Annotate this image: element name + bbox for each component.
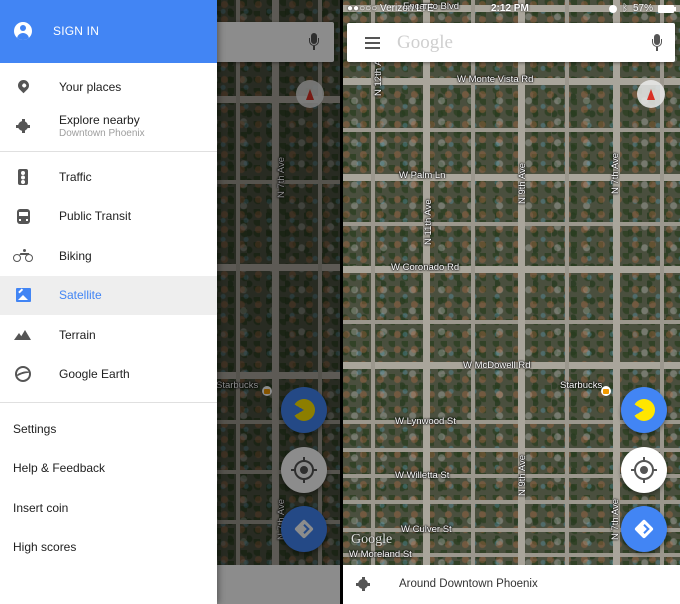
my-location-button[interactable]	[621, 447, 667, 493]
bike-icon	[13, 248, 33, 263]
drawer-item-terrain[interactable]: Terrain	[0, 315, 217, 355]
drawer-item-label: Google Earth	[59, 367, 130, 382]
drawer-item-biking[interactable]: Biking	[0, 236, 217, 276]
account-circle-icon	[14, 22, 32, 40]
google-watermark: Google	[351, 532, 393, 547]
drawer-item-label: Insert coin	[13, 500, 69, 515]
street-label-monte-vista: W Monte Vista Rd	[457, 74, 534, 85]
hamburger-icon[interactable]	[365, 37, 380, 49]
street-label-palm: W Palm Ln	[399, 170, 446, 181]
right-phone-screen: Encanto Blvd W Monte Vista Rd W Palm Ln …	[343, 0, 680, 604]
status-time: 2:12 PM	[491, 3, 529, 14]
drawer-item-settings[interactable]: Settings	[0, 409, 217, 449]
drawer-section-layers: Traffic Public Transit Biking Satellite …	[0, 152, 217, 403]
battery-percent: 57%	[632, 3, 653, 14]
explore-icon	[356, 577, 370, 591]
drawer-item-label: High scores	[13, 540, 77, 555]
traffic-icon	[18, 168, 28, 185]
bluetooth-icon: ᛒ	[621, 3, 628, 14]
drawer-section-footer: Settings Help & Feedback Insert coin Hig…	[0, 403, 217, 567]
drawer-item-your-places[interactable]: Your places	[0, 67, 217, 107]
coffee-poi-icon[interactable]	[601, 386, 611, 396]
satellite-icon	[15, 288, 31, 303]
street-label-n7-lower: N 7th Ave	[610, 498, 621, 540]
pacman-icon	[633, 399, 655, 421]
drawer-item-label: Terrain	[59, 327, 96, 342]
street-label-n9-upper: N 9th Ave	[517, 162, 528, 204]
drawer-item-traffic[interactable]: Traffic	[0, 157, 217, 197]
terrain-icon	[14, 329, 32, 340]
drawer-item-satellite[interactable]: Satellite	[0, 275, 217, 315]
navigation-drawer: SIGN IN Your places Explore nearby Downt…	[0, 0, 217, 604]
place-pin-icon	[15, 77, 31, 94]
pacman-button[interactable]	[621, 387, 667, 433]
street-label-moreland: W Moreland St	[349, 549, 412, 560]
street-label-n11: N 11th Ave	[423, 199, 434, 245]
search-bar[interactable]	[347, 23, 675, 62]
street-label-mcdowell: W McDowell Rd	[463, 360, 531, 371]
drawer-item-high-scores[interactable]: High scores	[0, 528, 217, 568]
my-location-icon	[631, 457, 657, 483]
poi-label-starbucks[interactable]: Starbucks	[560, 380, 602, 391]
drawer-item-help-feedback[interactable]: Help & Feedback	[0, 449, 217, 489]
drawer-item-label: Public Transit	[59, 209, 132, 224]
left-phone-screen: Starbucks N 7th Ave N 7th Ave SIGN IN Yo…	[0, 0, 340, 604]
drawer-item-sublabel: Downtown Phoenix	[59, 127, 145, 139]
street-label-culver: W Culver St	[401, 524, 452, 535]
google-earth-icon	[15, 366, 31, 383]
drawer-item-label: Traffic	[59, 169, 92, 184]
status-bar: ●●○○○ Verizon LTE 2:12 PM ᛒ 57%	[343, 0, 680, 18]
street-label-n7-upper: N 7th Ave	[610, 152, 621, 194]
microphone-icon[interactable]	[652, 34, 662, 52]
carrier-signal: ●●○○○ Verizon LTE	[347, 3, 434, 14]
drawer-item-google-earth[interactable]: Google Earth	[0, 355, 217, 395]
drawer-header[interactable]: SIGN IN	[0, 0, 217, 63]
street-label-n9-lower: N 9th Ave	[517, 454, 528, 496]
search-input[interactable]	[397, 30, 627, 56]
drawer-item-public-transit[interactable]: Public Transit	[0, 197, 217, 237]
compass-icon[interactable]	[637, 80, 665, 108]
directions-icon	[634, 519, 654, 539]
alarm-icon	[608, 4, 617, 13]
drawer-item-label: Settings	[13, 421, 57, 436]
drawer-item-label: Satellite	[59, 288, 102, 303]
street-label-willetta: W Willetta St	[395, 470, 450, 481]
street-label-coronado: W Coronado Rd	[391, 262, 460, 273]
explore-bar-text: Around Downtown Phoenix	[399, 578, 538, 590]
drawer-item-insert-coin[interactable]: Insert coin	[0, 488, 217, 528]
drawer-section-places: Your places Explore nearby Downtown Phoe…	[0, 63, 217, 152]
battery-icon	[658, 4, 676, 13]
drawer-item-label: Biking	[59, 248, 92, 263]
drawer-item-label: Your places	[59, 79, 122, 94]
drawer-item-explore-nearby[interactable]: Explore nearby Downtown Phoenix	[0, 107, 217, 147]
explore-icon	[16, 119, 30, 134]
drawer-item-label: Help & Feedback	[13, 461, 106, 476]
street-label-lynwood: W Lynwood St	[395, 416, 456, 427]
transit-icon	[16, 208, 30, 224]
drawer-item-label: Explore nearby	[59, 112, 140, 127]
sign-in-button[interactable]: SIGN IN	[53, 24, 99, 38]
explore-bottom-bar[interactable]: Around Downtown Phoenix	[343, 565, 680, 604]
directions-button[interactable]	[621, 506, 667, 552]
